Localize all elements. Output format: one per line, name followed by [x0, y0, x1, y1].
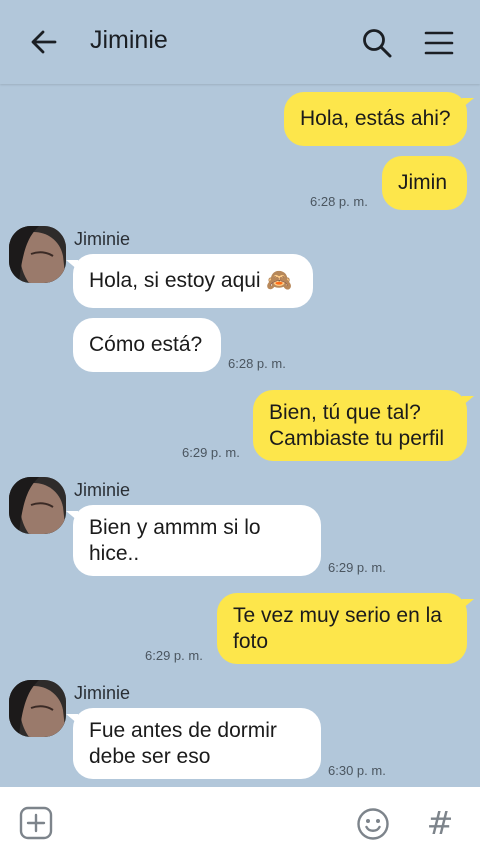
hamburger-menu-icon	[424, 31, 454, 55]
message-text-line: Te vez muy serio en la	[233, 603, 442, 627]
message-time: 6:29 p. m.	[182, 445, 240, 460]
chat-title: Jiminie	[90, 26, 168, 54]
avatar[interactable]	[9, 226, 66, 283]
message-time: 6:29 p. m.	[328, 560, 386, 575]
message-time: 6:29 p. m.	[145, 648, 203, 663]
message-text: Hola, estás ahi?	[300, 107, 451, 130]
message-text-line: foto	[233, 629, 269, 653]
avatar[interactable]	[9, 477, 66, 534]
outgoing-message[interactable]: Bien, tú que tal? Cambiaste tu perfil	[253, 390, 474, 461]
outgoing-message[interactable]: Te vez muy serio en la foto	[217, 593, 474, 664]
outgoing-message[interactable]: Jimin	[382, 156, 467, 210]
incoming-message[interactable]: Bien y ammm si lo hice..	[66, 505, 321, 576]
hashtag-button[interactable]: #	[420, 803, 460, 843]
incoming-message[interactable]: Cómo está?	[73, 318, 221, 372]
message-text: Jimin	[398, 171, 448, 194]
message-text: Cómo está?	[89, 333, 203, 356]
message-text-line: Cambiaste tu perfil	[269, 426, 445, 450]
message-text-line: Bien, tú que tal?	[269, 400, 421, 424]
emoji-button[interactable]	[354, 805, 392, 843]
back-button[interactable]	[24, 24, 64, 60]
menu-button[interactable]	[418, 22, 460, 64]
sender-name: Jiminie	[74, 683, 131, 703]
message-time: 6:28 p. m.	[310, 194, 368, 209]
message-time: 6:28 p. m.	[228, 356, 286, 371]
message-text-line: debe ser eso	[89, 744, 211, 768]
chat-header: Jiminie	[0, 0, 480, 84]
message-text-line: Bien y ammm si lo	[89, 515, 261, 539]
search-icon	[363, 29, 392, 58]
incoming-message[interactable]: Hola, si estoy aqui 🙈	[66, 254, 313, 308]
message-text-line: Fue antes de dormir	[89, 718, 277, 742]
plus-square-icon	[19, 806, 53, 840]
message-text: Hola, si estoy aqui 🙈	[89, 269, 293, 292]
add-attachment-button[interactable]	[18, 805, 54, 841]
avatar[interactable]	[9, 680, 66, 737]
arrow-left-icon	[31, 30, 57, 54]
smiley-icon	[357, 808, 389, 840]
outgoing-message[interactable]: Hola, estás ahi?	[284, 92, 474, 146]
message-text-line: hice..	[89, 541, 140, 565]
avatar-photo	[9, 477, 66, 534]
incoming-message[interactable]: Fue antes de dormir debe ser eso	[66, 708, 321, 779]
sender-name: Jiminie	[74, 229, 131, 249]
sender-name: Jiminie	[74, 480, 131, 500]
avatar-photo	[9, 226, 66, 283]
search-button[interactable]	[356, 22, 398, 64]
message-time: 6:30 p. m.	[328, 763, 386, 778]
composer-bar: #	[0, 787, 480, 858]
avatar-photo	[9, 680, 66, 737]
